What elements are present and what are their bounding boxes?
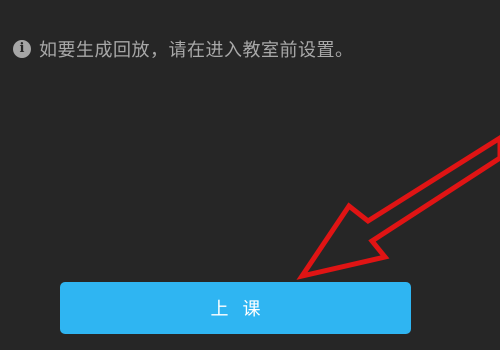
- start-class-button[interactable]: 上课: [60, 282, 411, 334]
- arrow-shape: [296, 135, 500, 280]
- replay-notice: i 如要生成回放，请在进入教室前设置。: [13, 36, 354, 62]
- info-icon: i: [13, 40, 31, 58]
- replay-notice-text: 如要生成回放，请在进入教室前设置。: [39, 40, 354, 61]
